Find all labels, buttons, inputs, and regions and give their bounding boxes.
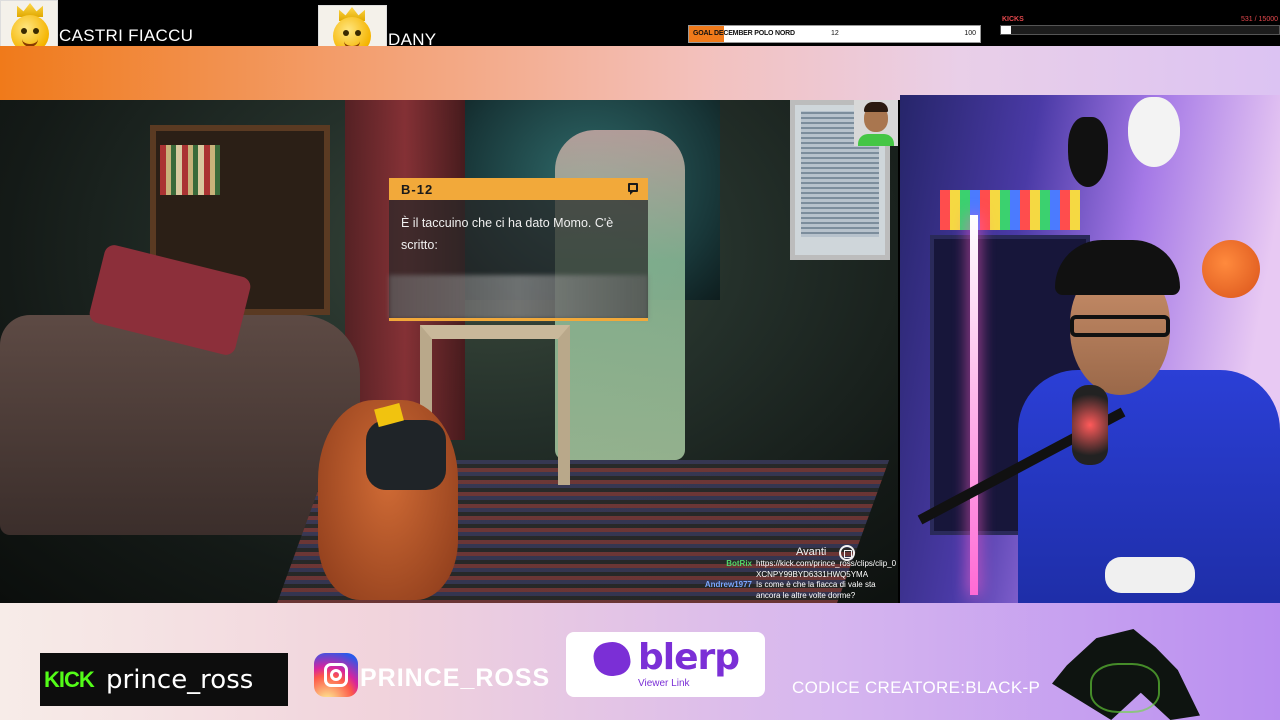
kicks-progress-track: [1000, 25, 1280, 35]
chat-text: https://kick.com/prince_ross/clips/clip_…: [756, 559, 897, 579]
webcam-feed: [900, 95, 1280, 603]
webcam-pumpkin: [1202, 240, 1260, 298]
game-cat-vest: [366, 420, 446, 490]
kicks-progress: KICKS 531 / 15000: [1000, 14, 1280, 38]
blerp-subtitle: Viewer Link: [638, 678, 690, 689]
blerp-logo-icon: [591, 639, 633, 679]
webcam-streamer-glasses: [1070, 315, 1170, 337]
kicks-count: 531 / 15000: [1241, 16, 1278, 23]
blerp-wordmark: blerp: [638, 637, 740, 678]
top-bar: CASTRI FIACCU DANY GOAL DECEMBER POLO NO…: [0, 0, 1280, 59]
chat-username: BotRix: [726, 559, 752, 568]
dialog-bottom-border: [389, 318, 648, 321]
speech-bubble-icon: [628, 183, 638, 195]
chat-message: BotRix https://kick.com/prince_ross/clip…: [700, 559, 898, 580]
kick-logo-icon: KICK: [44, 667, 95, 692]
webcam-bottles: [940, 190, 1080, 230]
webcam-joker-mask: [1128, 97, 1180, 167]
dialog-box: B-12 È il taccuino che ci ha dato Momo. …: [389, 178, 648, 320]
bottom-bar: KICK prince_ross PRINCE_ROSS blerp Viewe…: [0, 603, 1280, 720]
chat-text: Is come è che la fiacca di vale sta anco…: [756, 580, 876, 600]
webcam-microphone: [1072, 385, 1108, 465]
dialog-text: È il taccuino che ci ha dato Momo. C'è s…: [401, 216, 614, 252]
streamer-avatar-icon: [854, 100, 898, 146]
goal-target: 100: [964, 30, 976, 37]
webcam-dark-mask: [1068, 117, 1108, 187]
game-sofa: [0, 315, 360, 535]
goal-progress-bar: GOAL DECEMBER POLO NORD 12 100: [688, 25, 981, 43]
webcam-controller: [1105, 557, 1195, 593]
webcam-neon-light: [970, 215, 978, 595]
instagram-username[interactable]: PRINCE_ROSS: [360, 664, 550, 693]
advance-label: Avanti: [796, 546, 827, 558]
gradient-strip: [0, 46, 1280, 100]
black-panther-accent: [1090, 663, 1160, 713]
webcam-streamer-cap: [1055, 240, 1180, 295]
game-books: [160, 145, 220, 195]
dialog-speaker: B-12: [401, 182, 434, 197]
chat-overlay: BotRix https://kick.com/prince_ross/clip…: [700, 559, 898, 601]
chat-username: Andrew1977: [704, 580, 752, 589]
supporter-name: CASTRI FIACCU: [59, 26, 194, 45]
instagram-icon: [314, 653, 358, 697]
kick-link[interactable]: KICK prince_ross: [40, 653, 288, 706]
blerp-viewer-link[interactable]: blerp Viewer Link: [566, 632, 765, 697]
game-capture: B-12 È il taccuino che ci ha dato Momo. …: [0, 100, 898, 603]
chat-message: Andrew1977 Is come è che la fiacca di va…: [700, 580, 898, 601]
kicks-title: KICKS: [1002, 16, 1024, 23]
dialog-body: È il taccuino che ci ha dato Momo. C'è s…: [389, 200, 648, 319]
kicks-progress-fill: [1001, 26, 1011, 34]
dialog-blurred-content: [389, 275, 648, 319]
goal-title: GOAL DECEMBER POLO NORD: [693, 30, 795, 37]
goal-current: 12: [831, 30, 839, 37]
kick-username: prince_ross: [106, 665, 254, 695]
dialog-header: B-12: [389, 178, 648, 200]
creator-code: CODICE CREATORE:BLACK-P: [792, 678, 1041, 697]
